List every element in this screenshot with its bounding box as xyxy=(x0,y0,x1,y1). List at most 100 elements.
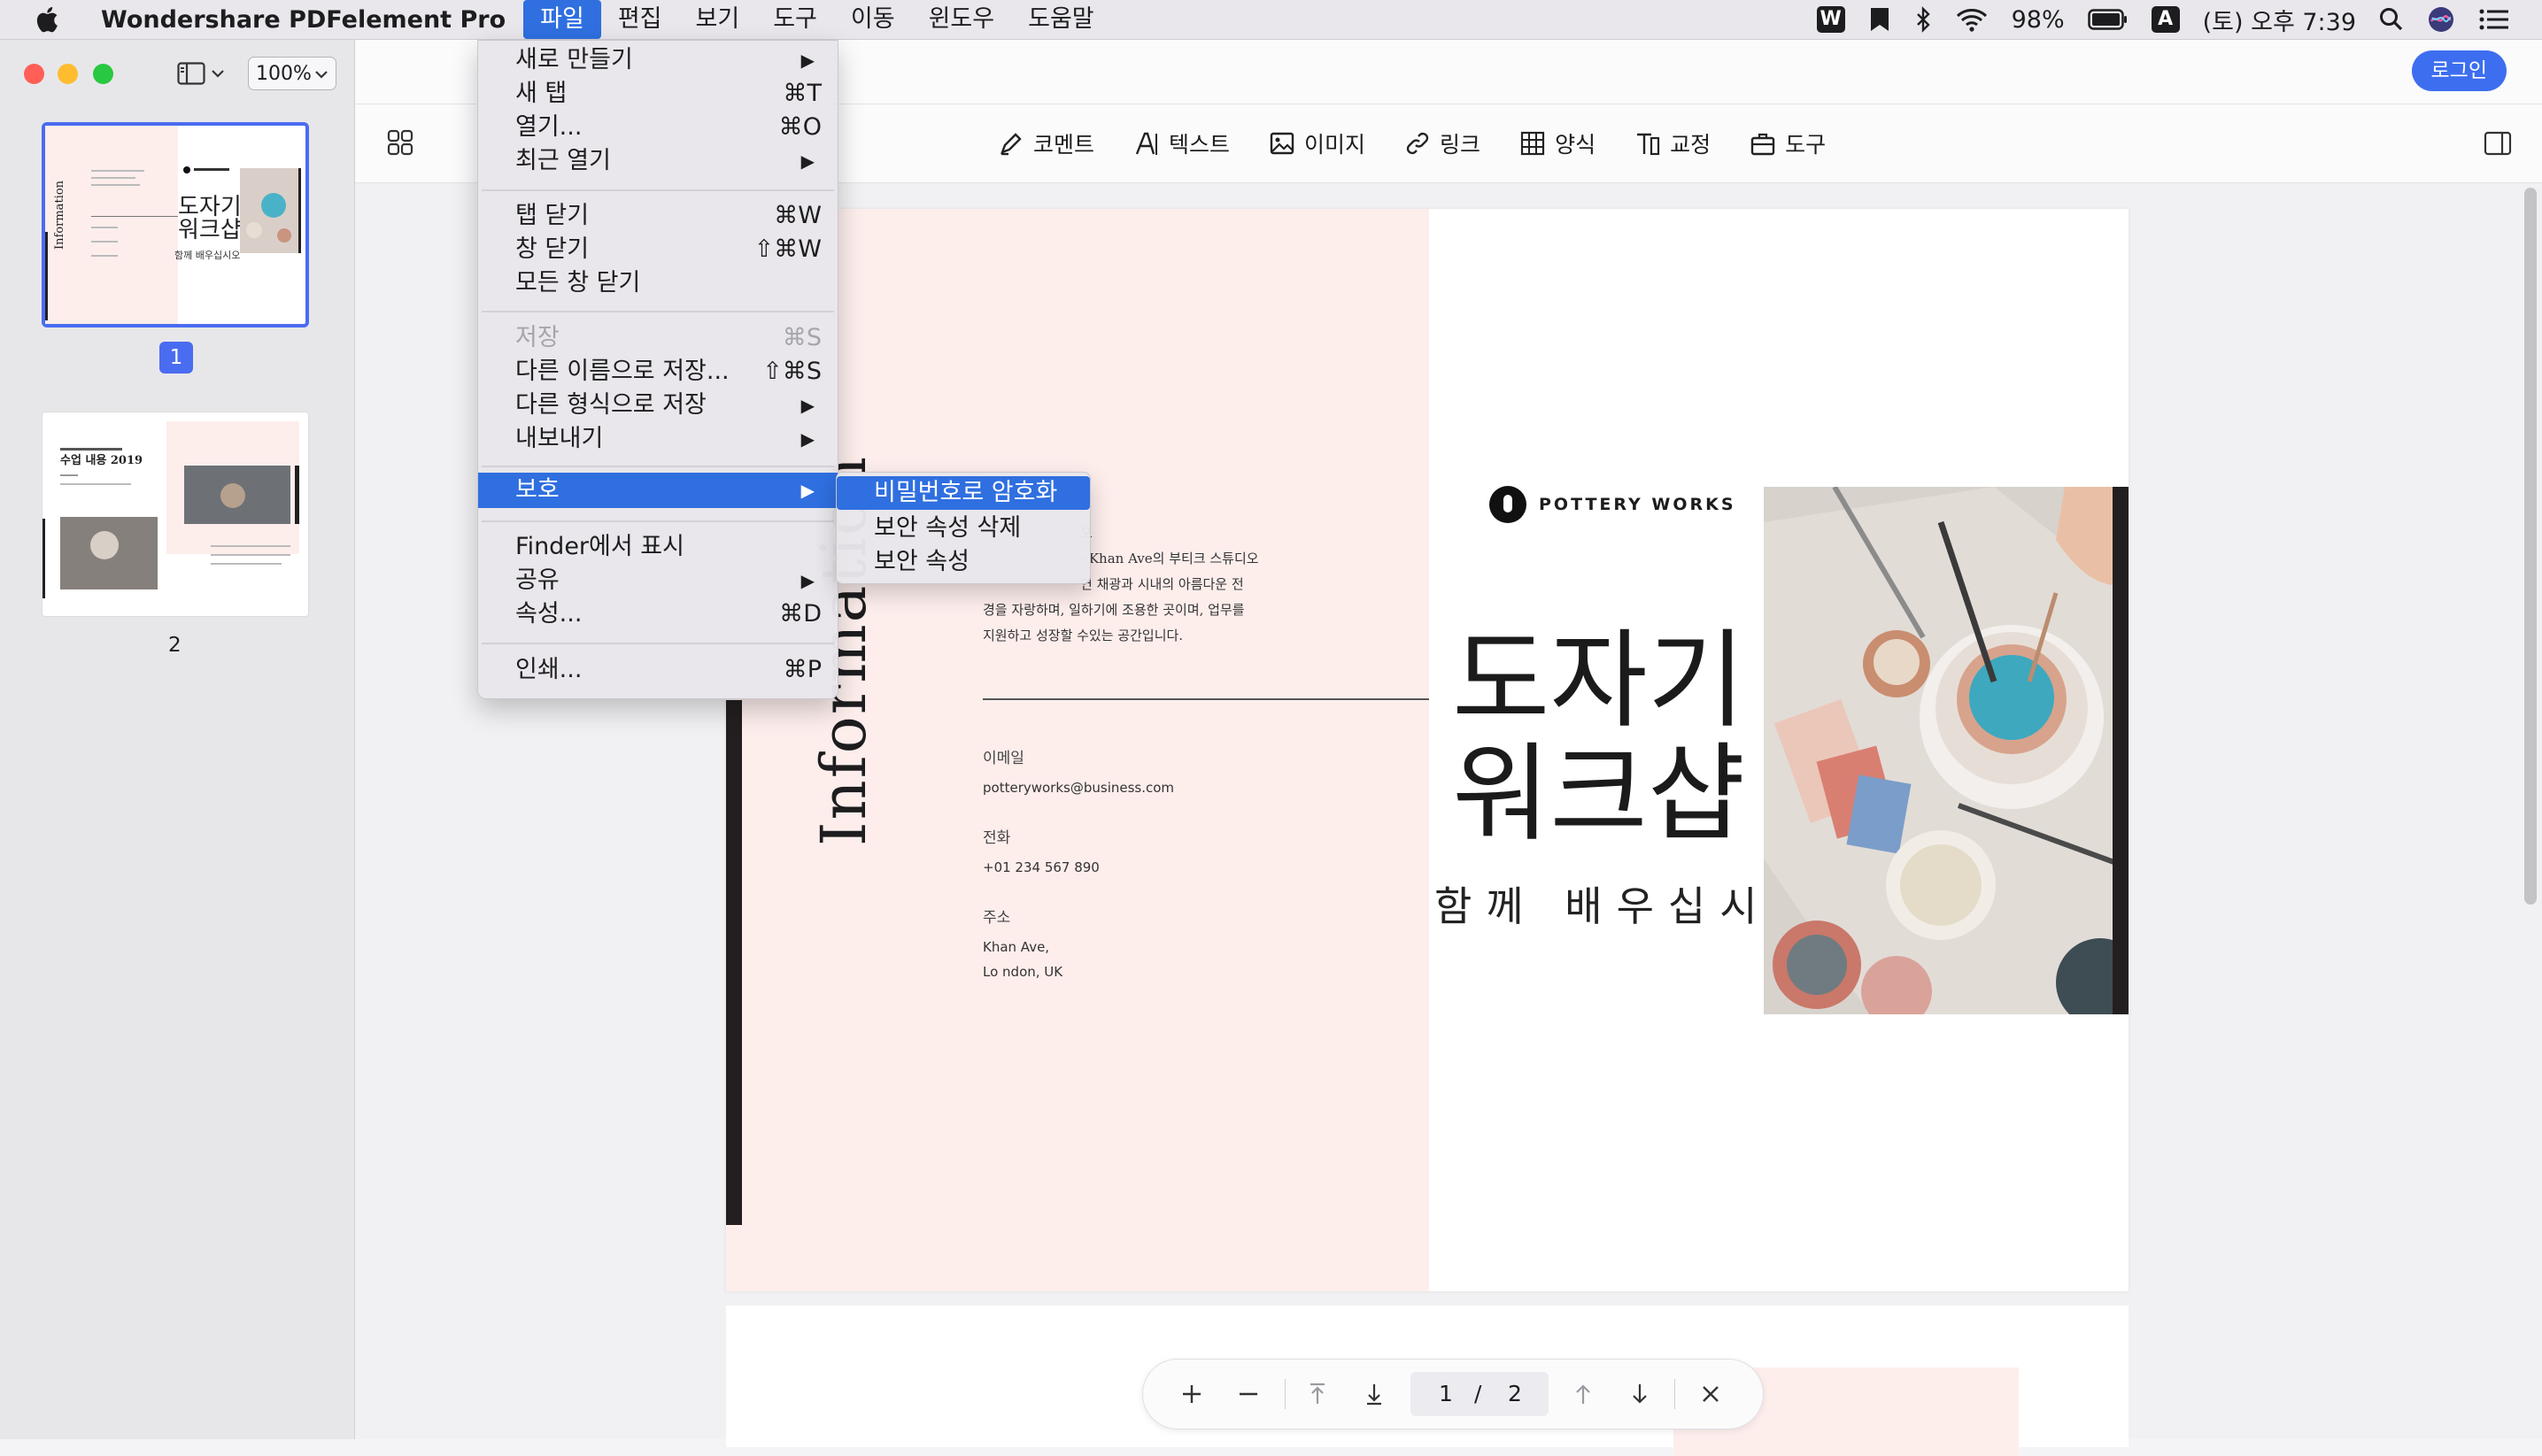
tool-text[interactable]: 텍스트 xyxy=(1133,127,1230,159)
app-name[interactable]: Wondershare PDFelement Pro xyxy=(101,6,506,34)
zoom-select[interactable]: 100% xyxy=(248,57,336,90)
bluetooth-icon[interactable] xyxy=(1914,6,1932,33)
menu-item-save-as-format[interactable]: 다른 형식으로 저장 ▶ xyxy=(478,389,838,421)
wifi-icon[interactable] xyxy=(1955,6,1989,33)
page-number-badge-1: 1 xyxy=(159,342,193,374)
minus-icon xyxy=(1240,1392,1257,1396)
phone-value: +01 234 567 890 xyxy=(983,859,1100,875)
tool-redact-label: 교정 xyxy=(1670,132,1711,158)
previous-page-button[interactable] xyxy=(1565,1375,1602,1413)
menu-item-new[interactable]: 새로 만들기 ▶ xyxy=(478,44,838,76)
menu-view[interactable]: 보기 xyxy=(679,0,757,39)
svg-text:워크샵: 워크샵 xyxy=(178,217,242,243)
close-window-button[interactable] xyxy=(24,64,44,84)
menu-item-properties[interactable]: 속성... ⌘D xyxy=(478,598,838,630)
battery-icon[interactable] xyxy=(2087,8,2129,31)
login-button[interactable]: 로그인 xyxy=(2411,50,2507,91)
wps-icon[interactable]: W xyxy=(1816,6,1845,33)
sidebar-toggle-button[interactable] xyxy=(177,58,230,89)
tool-tools[interactable]: 도구 xyxy=(1750,127,1826,159)
menu-separator xyxy=(482,643,834,644)
next-page-button[interactable] xyxy=(1621,1375,1658,1413)
address-line-1: Khan Ave, xyxy=(983,939,1050,955)
tool-form[interactable]: 양식 xyxy=(1519,127,1596,159)
page-slash: / xyxy=(1474,1381,1482,1406)
menu-item-export[interactable]: 내보내기 ▶ xyxy=(478,423,838,455)
tool-link[interactable]: 링크 xyxy=(1404,127,1480,159)
pottery-works-logo: POTTERY WORKS xyxy=(1489,486,1736,523)
menu-edit[interactable]: 편집 xyxy=(601,0,679,39)
menu-item-remove-security[interactable]: 보안 속성 삭제 xyxy=(837,512,1090,545)
input-source-icon[interactable]: A xyxy=(2151,6,2180,33)
menubar-clock[interactable]: (토) 오후 7:39 xyxy=(2203,3,2356,37)
grid-view-icon[interactable] xyxy=(387,129,413,156)
menu-item-show-in-finder[interactable]: Finder에서 표시 xyxy=(478,531,838,563)
scrollbar-thumb[interactable] xyxy=(2524,188,2537,905)
menu-item-label: 최근 열기 xyxy=(515,147,611,174)
menu-item-close-tab[interactable]: 탭 닫기 ⌘W xyxy=(478,200,838,232)
menu-item-label: 열기... xyxy=(515,113,583,141)
menu-item-label: 다른 이름으로 저장... xyxy=(515,358,730,385)
menu-item-label: 보안 속성 xyxy=(874,548,970,575)
divider-line xyxy=(983,698,1429,700)
page-indicator[interactable]: 1 / 2 xyxy=(1410,1372,1549,1416)
total-pages: 2 xyxy=(1508,1381,1522,1406)
menu-item-new-tab[interactable]: 새 탭 ⌘T xyxy=(478,78,838,110)
pdf-page-1[interactable]: Information 오 - Khan Ave의 부티크 스튜디오 연 채광과… xyxy=(726,209,2129,1291)
zoom-out-button[interactable] xyxy=(1230,1375,1267,1413)
menu-item-close-all-windows[interactable]: 모든 창 닫기 xyxy=(478,267,838,299)
text-icon xyxy=(1135,132,1158,155)
email-label: 이메일 xyxy=(983,750,1024,767)
brand-name: POTTERY WORKS xyxy=(1539,495,1736,514)
menu-item-shortcut: ⇧⌘S xyxy=(762,358,822,385)
download-button[interactable] xyxy=(1356,1375,1393,1413)
control-center-icon[interactable] xyxy=(2478,7,2510,32)
menu-item-label: 모든 창 닫기 xyxy=(515,269,641,297)
fullscreen-window-button[interactable] xyxy=(93,64,113,84)
minimize-window-button[interactable] xyxy=(58,64,78,84)
menu-item-label: 인쇄... xyxy=(515,656,583,683)
submenu-arrow-icon: ▶ xyxy=(800,480,815,501)
menu-item-share[interactable]: 공유 ▶ xyxy=(478,565,838,597)
tool-tools-label: 도구 xyxy=(1785,132,1827,158)
menu-item-security-properties[interactable]: 보안 속성 xyxy=(837,545,1090,579)
menu-item-open[interactable]: 열기... ⌘O xyxy=(478,112,838,143)
menu-item-print[interactable]: 인쇄... ⌘P xyxy=(478,654,838,686)
first-page-button[interactable] xyxy=(1299,1375,1336,1413)
page-thumbnail-1[interactable]: Information 도자기 워크샵 함께 배우십시오 xyxy=(42,122,309,327)
menu-item-shortcut: ⌘W xyxy=(774,202,822,229)
tool-image[interactable]: 이미지 xyxy=(1269,127,1365,159)
siri-icon[interactable] xyxy=(2427,5,2455,34)
current-page[interactable]: 1 xyxy=(1439,1372,1453,1416)
menu-item-close-window[interactable]: 창 닫기 ⇧⌘W xyxy=(478,234,838,266)
menu-item-shortcut: ⌘O xyxy=(778,113,822,141)
close-navigator-button[interactable] xyxy=(1692,1375,1729,1413)
menu-go[interactable]: 이동 xyxy=(834,0,912,39)
bookmark-icon[interactable] xyxy=(1868,6,1891,33)
right-panel-icon[interactable] xyxy=(2484,131,2512,156)
menu-file[interactable]: 파일 xyxy=(523,0,601,39)
menu-item-protect[interactable]: 보호 ▶ xyxy=(478,473,838,508)
pager-separator xyxy=(1285,1379,1286,1409)
spotlight-search-icon[interactable] xyxy=(2379,6,2404,33)
pen-icon xyxy=(1000,133,1022,156)
menu-item-encrypt-password[interactable]: 비밀번호로 암호화 xyxy=(837,476,1090,510)
menu-item-label: Finder에서 표시 xyxy=(515,533,684,560)
menu-item-save-as[interactable]: 다른 이름으로 저장... ⇧⌘S xyxy=(478,356,838,388)
zoom-in-button[interactable] xyxy=(1173,1375,1210,1413)
menu-tools[interactable]: 도구 xyxy=(756,0,834,39)
menu-item-label: 탭 닫기 xyxy=(515,202,590,229)
menu-item-label: 창 닫기 xyxy=(515,235,590,263)
right-dark-bar xyxy=(2113,487,2129,1014)
apple-icon[interactable] xyxy=(34,4,64,35)
menu-item-open-recent[interactable]: 최근 열기 ▶ xyxy=(478,145,838,177)
page-thumbnail-2[interactable]: 수업 내용 2019 xyxy=(42,412,309,617)
page-navigator: 1 / 2 xyxy=(1142,1359,1764,1429)
menu-help[interactable]: 도움말 xyxy=(1011,0,1111,39)
tool-comment[interactable]: 코멘트 xyxy=(998,127,1094,159)
status-area: W 98% A (토) 오후 7:39 xyxy=(1816,0,2510,39)
menu-item-label: 다른 형식으로 저장 xyxy=(515,391,707,419)
menu-window[interactable]: 윈도우 xyxy=(912,0,1012,39)
tool-redact[interactable]: 교정 xyxy=(1634,127,1711,159)
menu-separator xyxy=(482,466,834,467)
